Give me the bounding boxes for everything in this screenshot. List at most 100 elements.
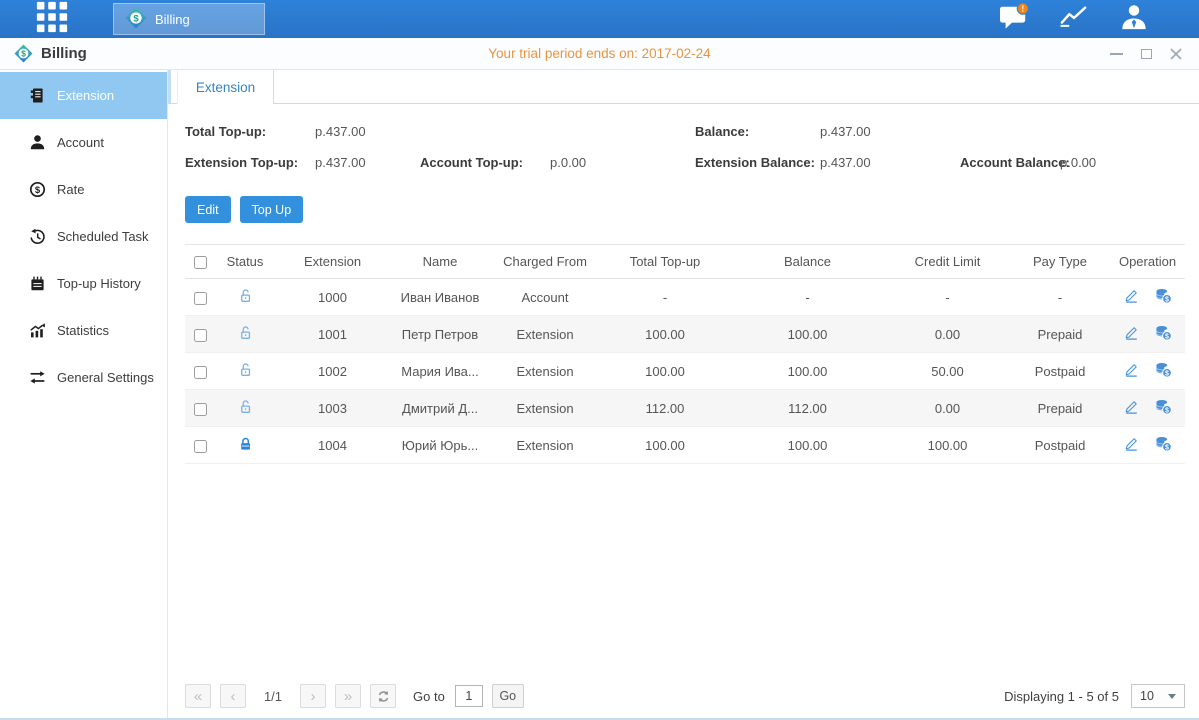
open-app-tab-billing[interactable]: $ Billing	[113, 3, 265, 35]
row-checkbox[interactable]	[194, 292, 207, 305]
row-checkbox[interactable]	[194, 403, 207, 416]
row-checkbox[interactable]	[194, 366, 207, 379]
cell-balance: 100.00	[730, 316, 885, 353]
cell-credit-limit: 0.00	[885, 390, 1010, 427]
column-header-charged-from: Charged From	[490, 245, 600, 279]
cell-pay-type: Prepaid	[1010, 390, 1110, 427]
prev-page-button[interactable]: ‹	[220, 684, 246, 708]
edit-icon[interactable]	[1123, 361, 1140, 378]
total-topup-value: p.437.00	[315, 124, 366, 139]
sidebar-item-label: General Settings	[57, 370, 154, 385]
person-icon	[29, 134, 46, 151]
column-header-extension: Extension	[275, 245, 390, 279]
maximize-button[interactable]	[1139, 47, 1153, 61]
maximize-icon	[1141, 49, 1152, 59]
cell-credit-limit: 0.00	[885, 316, 1010, 353]
cell-total-topup: 100.00	[600, 353, 730, 390]
refresh-button[interactable]	[370, 684, 396, 708]
sidebar-item-label: Extension	[57, 88, 114, 103]
window-titlebar: $ Billing Your trial period ends on: 201…	[0, 38, 1199, 70]
page-indicator: 1/1	[255, 689, 291, 704]
table-row: 1000 Иван Иванов Account - - - -	[185, 279, 1185, 316]
cell-credit-limit: 50.00	[885, 353, 1010, 390]
row-checkbox[interactable]	[194, 329, 207, 342]
extension-balance-value: p.437.00	[820, 155, 871, 170]
edit-icon[interactable]	[1123, 435, 1140, 452]
cell-credit-limit: -	[885, 279, 1010, 316]
cell-extension: 1002	[275, 353, 390, 390]
ledger-icon	[29, 87, 46, 104]
user-menu-button[interactable]	[1117, 4, 1151, 34]
topup-coins-icon[interactable]: $	[1155, 362, 1172, 378]
cell-total-topup: 100.00	[600, 427, 730, 464]
table-row: 1001 Петр Петров Extension 100.00 100.00…	[185, 316, 1185, 353]
account-balance-label: Account Balance:	[960, 155, 1070, 170]
app-launcher-button[interactable]	[33, 2, 71, 36]
cell-total-topup: -	[600, 279, 730, 316]
column-header-name: Name	[390, 245, 490, 279]
last-page-button[interactable]: »	[335, 684, 361, 708]
cell-charged-from: Extension	[490, 427, 600, 464]
displaying-status: Displaying 1 - 5 of 5	[1004, 689, 1119, 704]
cell-charged-from: Extension	[490, 353, 600, 390]
last-page-icon: »	[344, 689, 352, 704]
topbar-right-icons: !	[997, 0, 1151, 38]
topup-coins-icon[interactable]: $	[1155, 436, 1172, 452]
sidebar-item-extension[interactable]: Extension	[0, 72, 167, 119]
action-buttons: Edit Top Up	[185, 196, 1199, 223]
first-page-button[interactable]: «	[185, 684, 211, 708]
billing-window-icon: $	[14, 44, 33, 63]
messages-button[interactable]: !	[997, 4, 1031, 34]
go-button[interactable]: Go	[492, 684, 524, 708]
tab-extension[interactable]: Extension	[177, 70, 274, 104]
sidebar-item-label: Top-up History	[57, 276, 141, 291]
status-unlocked-icon	[238, 288, 253, 303]
next-page-icon: ›	[311, 689, 316, 704]
balance-value: p.437.00	[820, 124, 871, 139]
row-checkbox[interactable]	[194, 440, 207, 453]
apps-grid-icon	[35, 0, 69, 39]
cell-balance: -	[730, 279, 885, 316]
edit-icon[interactable]	[1123, 287, 1140, 304]
sidebar-item-topup-history[interactable]: Top-up History	[0, 260, 167, 307]
minimize-button[interactable]	[1109, 47, 1123, 61]
sidebar-item-statistics[interactable]: Statistics	[0, 307, 167, 354]
sidebar-item-scheduled-task[interactable]: Scheduled Task	[0, 213, 167, 260]
svg-text:$: $	[35, 185, 41, 196]
topup-coins-icon[interactable]: $	[1155, 399, 1172, 415]
sidebar-item-account[interactable]: Account	[0, 119, 167, 166]
total-topup-label: Total Top-up:	[185, 124, 266, 139]
cell-name: Дмитрий Д...	[390, 390, 490, 427]
column-header-credit-limit: Credit Limit	[885, 245, 1010, 279]
edit-button[interactable]: Edit	[185, 196, 231, 223]
cell-extension: 1003	[275, 390, 390, 427]
swap-arrows-icon	[29, 369, 46, 386]
sidebar-item-general-settings[interactable]: General Settings	[0, 354, 167, 401]
reports-button[interactable]	[1057, 4, 1091, 34]
page-size-select[interactable]: 10	[1131, 684, 1185, 708]
extension-topup-label: Extension Top-up:	[185, 155, 298, 170]
svg-text:$: $	[1165, 296, 1169, 303]
sidebar-item-rate[interactable]: $ Rate	[0, 166, 167, 213]
cell-name: Юрий Юрь...	[390, 427, 490, 464]
goto-page-input[interactable]	[455, 685, 483, 707]
select-all-checkbox[interactable]	[194, 256, 207, 269]
next-page-button[interactable]: ›	[300, 684, 326, 708]
topup-coins-icon[interactable]: $	[1155, 288, 1172, 304]
status-unlocked-icon	[238, 362, 253, 377]
top-up-button[interactable]: Top Up	[240, 196, 304, 223]
svg-text:$: $	[133, 13, 139, 24]
close-button[interactable]	[1169, 47, 1183, 61]
column-header-balance: Balance	[730, 245, 885, 279]
bar-chart-icon	[29, 322, 46, 339]
trial-notice: Your trial period ends on: 2017-02-24	[0, 46, 1199, 61]
edit-icon[interactable]	[1123, 398, 1140, 415]
dollar-circle-icon: $	[29, 181, 46, 198]
svg-text:$: $	[1165, 333, 1169, 340]
topup-coins-icon[interactable]: $	[1155, 325, 1172, 341]
account-topup-value: p.0.00	[550, 155, 586, 170]
svg-text:$: $	[1165, 370, 1169, 377]
svg-text:$: $	[1165, 444, 1169, 451]
table-row: 1004 Юрий Юрь... Extension 100.00 100.00…	[185, 427, 1185, 464]
edit-icon[interactable]	[1123, 324, 1140, 341]
